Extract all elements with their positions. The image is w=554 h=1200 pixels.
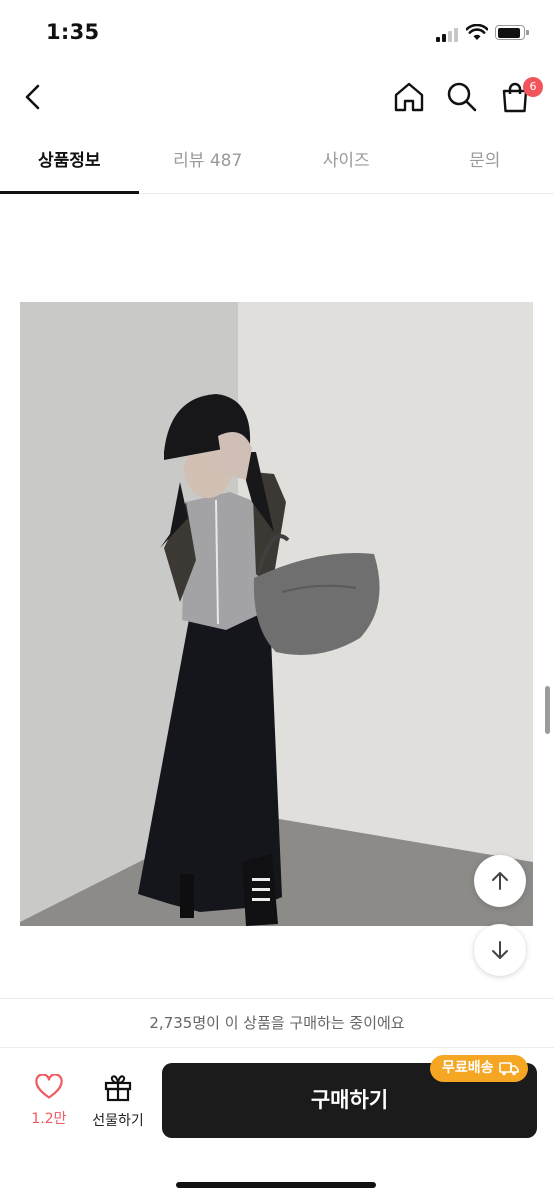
tab-size[interactable]: 사이즈 — [277, 136, 416, 193]
gift-label: 선물하기 — [92, 1113, 144, 1129]
home-icon[interactable] — [392, 80, 426, 114]
free-shipping-label: 무료배송 — [442, 1060, 494, 1076]
tab-product-info[interactable]: 상품정보 — [0, 136, 139, 194]
gift-button[interactable]: 선물하기 — [86, 1074, 150, 1130]
tab-inquiry[interactable]: 문의 — [416, 136, 554, 193]
tab-reviews[interactable]: 리뷰 487 — [139, 136, 278, 193]
home-indicator — [176, 1182, 376, 1188]
cellular-signal-icon — [436, 28, 462, 42]
free-shipping-badge: 무료배송 — [430, 1055, 528, 1082]
search-icon[interactable] — [445, 80, 479, 114]
tab-bar: 상품정보 리뷰 487 사이즈 문의 — [0, 136, 554, 194]
back-chevron-icon[interactable] — [18, 80, 50, 114]
buying-now-notice: 2,735명이 이 상품을 구매하는 중이에요 — [0, 998, 554, 1048]
cart-count-badge: 6 — [523, 77, 543, 97]
scroll-to-bottom-button[interactable] — [474, 924, 526, 976]
battery-icon — [495, 25, 529, 40]
scroll-indicator — [545, 686, 550, 734]
like-button[interactable]: 1.2만 — [22, 1073, 76, 1128]
like-count: 1.2만 — [31, 1111, 67, 1127]
arrow-up-icon — [492, 872, 508, 890]
product-photo — [20, 302, 533, 926]
status-time: 1:35 — [46, 20, 100, 44]
wifi-icon — [466, 24, 488, 40]
truck-icon — [498, 1062, 519, 1076]
gift-icon — [104, 1075, 132, 1102]
status-bar: 1:35 — [0, 0, 554, 66]
top-nav — [0, 66, 554, 128]
scroll-to-top-button[interactable] — [474, 855, 526, 907]
heart-icon — [35, 1073, 63, 1099]
arrow-down-icon — [492, 941, 508, 959]
